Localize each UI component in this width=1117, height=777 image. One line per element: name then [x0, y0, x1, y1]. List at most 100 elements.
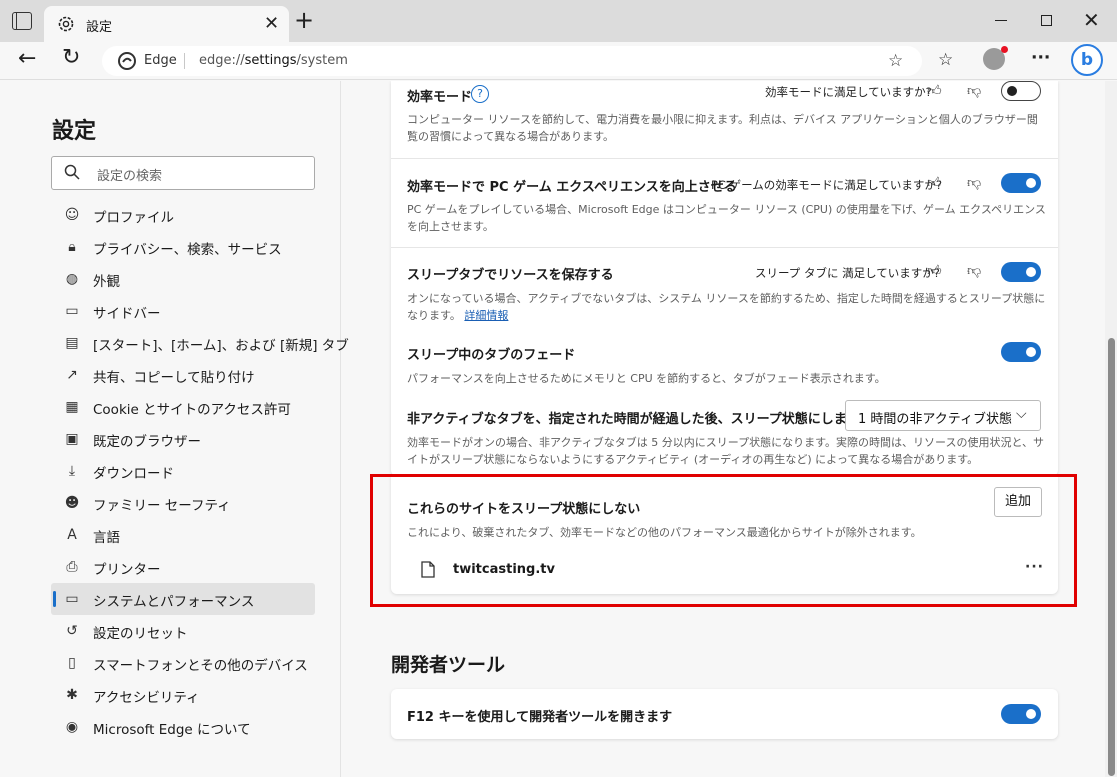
optimize-performance-card: 効率モード ? 効率モードに満足していますか? 👍︎ 👎︎ コンピューター リソ… [391, 81, 1058, 476]
sidebar-item-default-browser[interactable]: ▣ 既定のブラウザー [51, 423, 315, 455]
gear-icon [58, 16, 74, 32]
close-tab-icon[interactable]: ✕ [264, 13, 279, 34]
browser-icon: ▣ [65, 431, 79, 447]
home-tabs-icon: ▤ [65, 335, 79, 351]
sleeping-tabs-desc: オンになっている場合、アクティブでないタブは、システム リソースを節約するため、… [407, 292, 1046, 322]
favorites-icon[interactable]: ☆ [938, 50, 953, 70]
bing-icon[interactable]: b [1071, 44, 1103, 76]
help-icon[interactable]: ? [471, 85, 489, 103]
family-icon: ☻ [64, 495, 80, 511]
fade-desc: パフォーマンスを向上させるためにメモリと CPU を節約すると、タブがフェード表… [407, 372, 886, 385]
settings-search-input[interactable]: 設定の検索 [51, 156, 315, 190]
sidebar-item-label: Microsoft Edge について [93, 722, 251, 738]
f12-label: F12 キーを使用して開発者ツールを開きます [407, 710, 673, 725]
sidebar-item-label: 外観 [93, 274, 120, 290]
fade-title: スリープ中のタブのフェード [407, 348, 576, 363]
sleeping-tabs-title: スリープタブでリソースを保存する [407, 268, 614, 283]
system-icon: ▭ [65, 591, 79, 607]
sidebar-item-downloads[interactable]: ⤓ ダウンロード [51, 455, 315, 487]
sidebar-item-cookies[interactable]: ▦ Cookie とサイトのアクセス許可 [51, 391, 315, 423]
sidebar-item-languages[interactable]: A 言語 [51, 519, 315, 551]
reload-icon[interactable]: ↻ [62, 45, 80, 70]
sidebar-item-phone[interactable]: ▯ スマートフォンとその他のデバイス [51, 647, 315, 679]
cookie-icon: ▦ [65, 399, 79, 415]
address-bar[interactable]: Edge edge://settings/system ☆ [102, 46, 922, 76]
efficiency-feedback-question: 効率モードに満足していますか? [765, 85, 932, 99]
sidebar-item-printers[interactable]: ⎙ プリンター [51, 551, 315, 583]
address-separator [184, 53, 185, 69]
url-text: edge://settings/system [199, 53, 348, 68]
devtools-card: F12 キーを使用して開発者ツールを開きます [391, 689, 1058, 739]
gaming-toggle[interactable] [1001, 173, 1041, 193]
back-arrow-icon[interactable]: ← [18, 46, 36, 71]
new-tab-icon[interactable]: + [294, 8, 314, 32]
sidebar-item-system[interactable]: ▭ システムとパフォーマンス [51, 583, 315, 615]
sidebar-item-sidebar[interactable]: ▭ サイドバー [51, 295, 315, 327]
phone-icon: ▯ [68, 655, 76, 671]
active-tab[interactable]: 設定 ✕ [44, 6, 289, 42]
sidebar-item-label: スマートフォンとその他のデバイス [93, 658, 308, 674]
sidebar-item-label: Cookie とサイトのアクセス許可 [93, 402, 291, 418]
sidebar-item-appearance[interactable]: ◍ 外観 [51, 263, 315, 295]
scrollbar-thumb[interactable] [1108, 338, 1115, 776]
devtools-heading: 開発者ツール [391, 654, 506, 676]
sidebar-item-about[interactable]: ◉ Microsoft Edge について [51, 711, 315, 743]
sidebar-item-label: 共有、コピーして貼り付け [93, 370, 255, 386]
sidebar-item-profiles[interactable]: ☺ プロファイル [51, 199, 315, 231]
efficiency-mode-desc: コンピューター リソースを節約して、電力消費を最小限に抑えます。利点は、デバイス… [407, 113, 1038, 143]
settings-content: 効率モード ? 効率モードに満足していますか? 👍︎ 👎︎ コンピューター リソ… [342, 81, 1105, 777]
close-window-icon[interactable]: ✕ [1083, 8, 1100, 32]
more-options-icon[interactable]: ··· [1031, 48, 1050, 68]
printer-icon: ⎙ [66, 559, 78, 575]
f12-toggle[interactable] [1001, 704, 1041, 724]
sidebar-item-label: プライバシー、検索、サービス [93, 242, 282, 258]
sidebar-item-share[interactable]: ↗ 共有、コピーして貼り付け [51, 359, 315, 391]
inactive-desc: 効率モードがオンの場合、非アクティブなタブは 5 分以内にスリープ状態になります… [407, 436, 1045, 466]
sleeping-tabs-toggle[interactable] [1001, 262, 1041, 282]
add-favorite-icon[interactable]: ☆ [888, 51, 903, 71]
sidebar-item-privacy[interactable]: 🔒︎ プライバシー、検索、サービス [51, 231, 315, 263]
sidebar-item-family[interactable]: ☻ ファミリー セーフティ [51, 487, 315, 519]
gaming-title: 効率モードで PC ゲーム エクスペリエンスを向上させる [407, 180, 737, 195]
thumbs-up-icon[interactable]: 👍︎ [927, 82, 942, 99]
sidebar-item-label: プロファイル [93, 210, 174, 226]
search-placeholder: 設定の検索 [97, 169, 163, 184]
title-bar: 設定 ✕ + ✕ [0, 0, 1117, 42]
sidebar-item-label: サイドバー [93, 306, 161, 322]
sidebar-item-label: システムとパフォーマンス [93, 594, 255, 610]
sidebar-item-label: 言語 [93, 530, 120, 546]
lock-icon: 🔒︎ [68, 239, 76, 255]
thumbs-down-icon[interactable]: 👎︎ [967, 82, 981, 99]
fade-toggle[interactable] [1001, 342, 1041, 362]
site-label: Edge [144, 53, 177, 68]
toolbar: ← ↻ Edge edge://settings/system ☆ ☆ ··· … [0, 42, 1117, 80]
maximize-icon[interactable] [1041, 15, 1052, 26]
inactive-title: 非アクティブなタブを、指定された時間が経過した後、スリープ状態にします: [407, 412, 865, 427]
sidebar-icon: ▭ [65, 303, 79, 319]
efficiency-mode-title: 効率モード [407, 90, 473, 105]
sidebar-item-label: [スタート]、[ホーム]、および [新規] タブ [93, 338, 349, 354]
sidebar-item-start-home[interactable]: ▤ [スタート]、[ホーム]、および [新規] タブ [51, 327, 348, 359]
thumbs-up-icon[interactable]: 👍︎ [927, 262, 942, 279]
tab-actions-icon[interactable] [12, 12, 32, 30]
sidebar-item-accessibility[interactable]: ✱ アクセシビリティ [51, 679, 315, 711]
profile-avatar[interactable] [983, 46, 1008, 70]
reset-icon: ↺ [66, 623, 78, 639]
sidebar-item-label: ダウンロード [93, 466, 174, 482]
profile-icon: ☺ [64, 207, 80, 223]
minimize-icon[interactable] [995, 20, 1007, 21]
efficiency-mode-toggle[interactable] [1001, 81, 1041, 101]
sidebar-item-label: プリンター [93, 562, 161, 578]
sidebar-item-reset[interactable]: ↺ 設定のリセット [51, 615, 315, 647]
sidebar-item-label: アクセシビリティ [93, 690, 200, 706]
thumbs-down-icon[interactable]: 👎︎ [967, 174, 981, 191]
search-icon [64, 164, 80, 180]
learn-more-link[interactable]: 詳細情報 [464, 309, 508, 322]
inactive-time-select[interactable]: 1 時間の非アクティブ状態 ⌵ [845, 400, 1041, 431]
settings-title: 設定 [52, 119, 97, 144]
thumbs-up-icon[interactable]: 👍︎ [927, 174, 942, 191]
settings-sidebar: 設定 設定の検索 ☺ プロファイル 🔒︎ プライバシー、検索、サービス ◍ 外観 ▭ サ… [0, 81, 349, 777]
thumbs-down-icon[interactable]: 👎︎ [967, 262, 981, 279]
share-icon: ↗ [66, 367, 78, 383]
settings-nav: ☺ プロファイル 🔒︎ プライバシー、検索、サービス ◍ 外観 ▭ サイドバー ▤ [スタ… [51, 199, 349, 743]
